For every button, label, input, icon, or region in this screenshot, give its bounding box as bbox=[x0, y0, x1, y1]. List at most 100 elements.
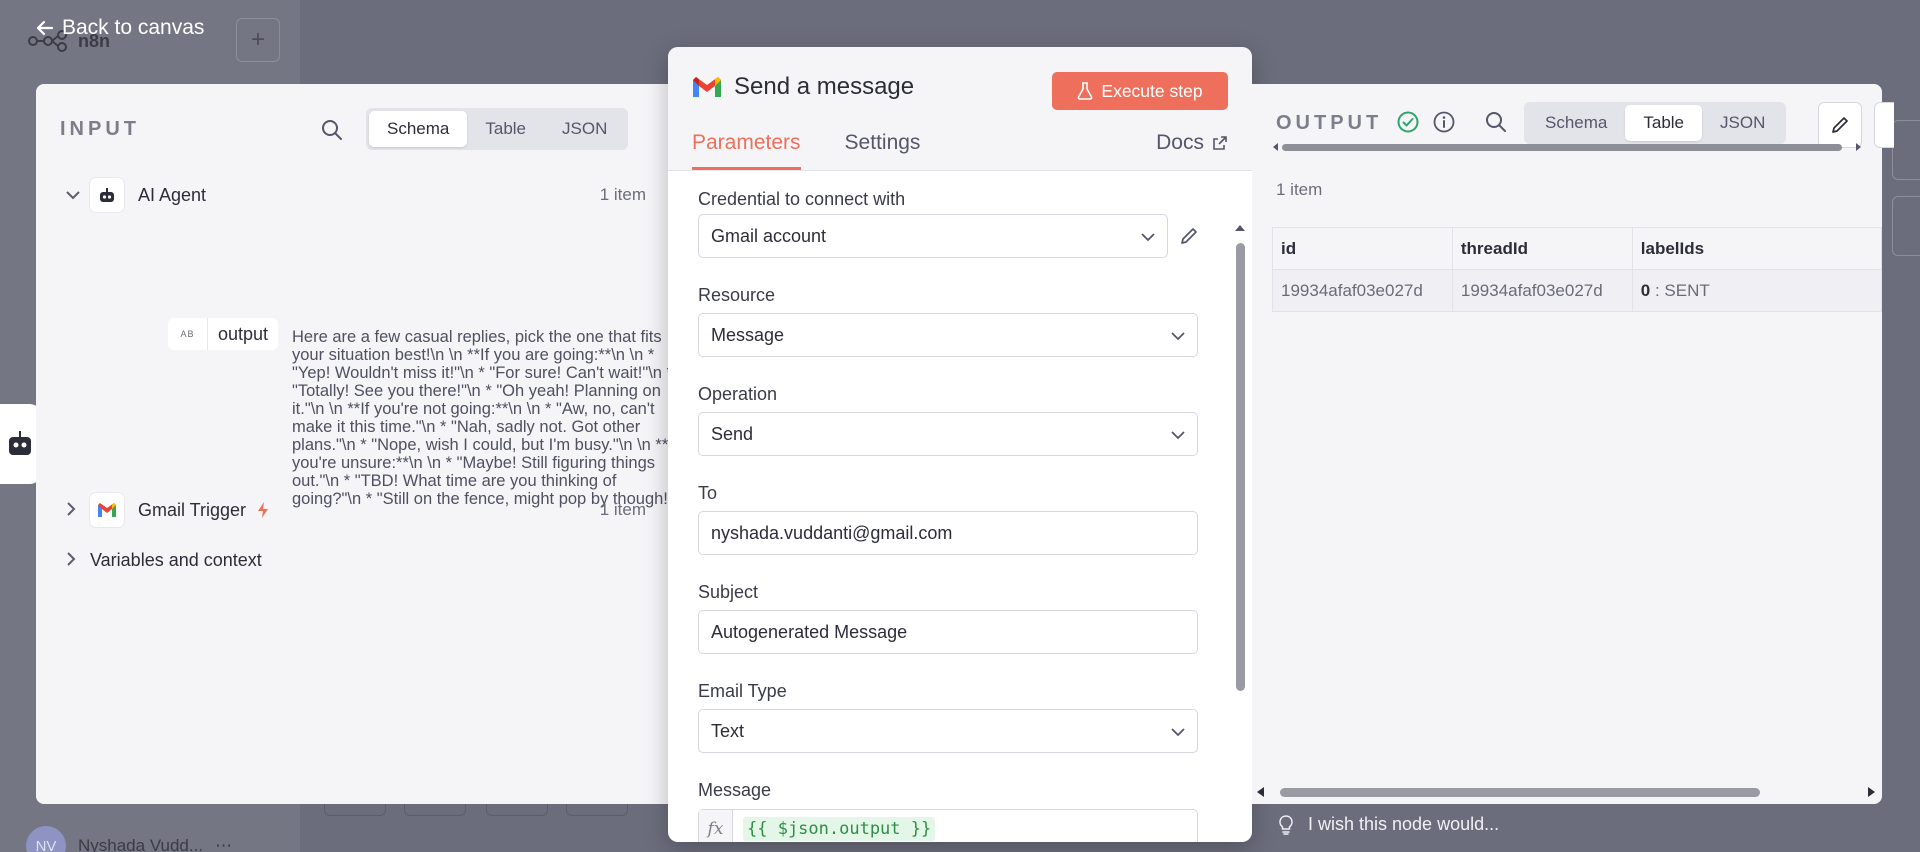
flask-icon bbox=[1078, 82, 1093, 100]
message-expression-input[interactable]: fx {{ $json.output }} bbox=[698, 809, 1198, 842]
subject-input[interactable]: Autogenerated Message bbox=[698, 610, 1198, 654]
header-scrollbar[interactable] bbox=[1272, 142, 1862, 152]
to-label: To bbox=[698, 483, 718, 503]
ai-assistant-tab[interactable] bbox=[0, 404, 40, 484]
node-tabs: Parameters Settings bbox=[692, 131, 920, 170]
docs-label: Docs bbox=[1156, 131, 1204, 154]
gmail-icon bbox=[693, 77, 721, 97]
item-count: 1 item bbox=[599, 500, 646, 519]
robot-icon bbox=[90, 178, 124, 212]
credential-value: Gmail account bbox=[711, 225, 827, 246]
lightning-bolt-icon bbox=[258, 502, 269, 518]
table-scrollbar-thumb[interactable] bbox=[1280, 788, 1760, 797]
node-title: Send a message bbox=[692, 73, 914, 101]
output-table: id threadId labelIds 19934afaf03e027d 19… bbox=[1272, 227, 1883, 312]
email-type-label: Email Type bbox=[698, 681, 787, 701]
user-menu-dots: ⋯ bbox=[215, 836, 233, 852]
execute-step-label: Execute step bbox=[1101, 80, 1203, 101]
operation-value: Send bbox=[711, 423, 754, 444]
table-scrollbar[interactable] bbox=[1256, 784, 1876, 800]
node-title-text: Send a message bbox=[734, 73, 915, 100]
parameters-scrollbar-thumb[interactable] bbox=[1236, 243, 1245, 691]
input-view-schema[interactable]: Schema bbox=[369, 111, 468, 147]
success-check-icon bbox=[1397, 111, 1419, 133]
scroll-right-arrow-icon bbox=[1856, 143, 1861, 151]
credential-select[interactable]: Gmail account bbox=[698, 214, 1168, 258]
schema-field-value: Here are a few casual replies, pick the … bbox=[292, 328, 678, 508]
chevron-down-icon[interactable] bbox=[66, 187, 90, 203]
chevron-down-icon bbox=[1171, 424, 1185, 445]
schema-field-name: output bbox=[218, 323, 269, 344]
tree-node-label: AI Agent bbox=[138, 184, 207, 205]
input-view-json[interactable]: JSON bbox=[544, 111, 625, 147]
email-type-value: Text bbox=[711, 720, 745, 741]
input-panel: INPUT Schema Table JSON AI Agent 1 item … bbox=[36, 84, 677, 804]
canvas-side-control-backdrop bbox=[1892, 120, 1920, 180]
to-input[interactable]: nyshada.vuddanti@gmail.com bbox=[698, 511, 1198, 555]
search-icon[interactable] bbox=[320, 118, 344, 142]
subject-value: Autogenerated Message bbox=[711, 621, 908, 642]
avatar: NV bbox=[26, 826, 66, 852]
edit-credential-pencil-icon[interactable] bbox=[1174, 221, 1204, 251]
user-menu-backdrop: NV Nyshada Vudd... ⋯ bbox=[26, 826, 232, 852]
operation-select[interactable]: Send bbox=[698, 412, 1198, 456]
tree-node-label: Variables and context bbox=[90, 550, 262, 570]
gmail-icon bbox=[90, 493, 124, 527]
tree-node-variables-and-context[interactable]: Variables and context bbox=[66, 550, 646, 571]
input-view-table[interactable]: Table bbox=[467, 111, 544, 147]
search-icon[interactable] bbox=[1484, 110, 1508, 134]
header-scrollbar-thumb[interactable] bbox=[1282, 144, 1842, 151]
scroll-right-arrow-icon bbox=[1868, 787, 1875, 797]
docs-link[interactable]: Docs bbox=[1156, 131, 1228, 155]
scroll-up-arrow-icon bbox=[1235, 225, 1245, 231]
scroll-left-arrow-icon bbox=[1273, 143, 1278, 151]
cell-labelids: 0 : SENT bbox=[1631, 269, 1883, 312]
email-type-select[interactable]: Text bbox=[698, 709, 1198, 753]
feedback-label: I wish this node would... bbox=[1308, 814, 1500, 834]
chevron-right-icon[interactable] bbox=[66, 501, 90, 519]
feedback-link[interactable]: I wish this node would... bbox=[1278, 814, 1499, 835]
chevron-down-icon bbox=[1171, 721, 1185, 742]
output-status bbox=[1396, 110, 1508, 134]
canvas-side-control-backdrop bbox=[1892, 196, 1920, 256]
back-to-canvas-link[interactable]: Back to canvas bbox=[36, 16, 204, 40]
to-value: nyshada.vuddanti@gmail.com bbox=[711, 522, 953, 543]
output-view-json[interactable]: JSON bbox=[1702, 105, 1783, 141]
tab-settings[interactable]: Settings bbox=[845, 131, 921, 170]
output-panel: OUTPUT Schema Table JSON 1 item id threa… bbox=[1252, 84, 1894, 804]
execute-step-button[interactable]: Execute step bbox=[1052, 72, 1228, 110]
item-count: 1 item bbox=[599, 185, 646, 204]
table-header-row: id threadId labelIds bbox=[1272, 227, 1883, 270]
schema-field-output[interactable]: AB output bbox=[168, 318, 279, 350]
output-view-toggle: Schema Table JSON bbox=[1524, 102, 1787, 144]
chevron-down-icon bbox=[1141, 226, 1155, 247]
node-header: Send a message Execute step Parameters S… bbox=[668, 47, 1252, 171]
tab-parameters[interactable]: Parameters bbox=[692, 131, 801, 170]
tree-node-ai-agent[interactable]: AI Agent 1 item bbox=[66, 178, 646, 212]
message-label: Message bbox=[698, 780, 772, 800]
robot-icon bbox=[9, 431, 31, 455]
array-index: 0 bbox=[1640, 280, 1651, 300]
column-header-labelids: labelIds bbox=[1631, 227, 1883, 270]
message-value: {{ $json.output }} bbox=[743, 817, 936, 841]
output-view-table[interactable]: Table bbox=[1625, 105, 1703, 141]
arrow-left-icon bbox=[36, 20, 54, 36]
resource-label: Resource bbox=[698, 285, 776, 305]
output-view-schema[interactable]: Schema bbox=[1527, 105, 1625, 141]
input-panel-title: INPUT bbox=[60, 118, 140, 140]
message-expression: {{ $json.output }} bbox=[733, 810, 936, 842]
more-output-button[interactable] bbox=[1874, 102, 1894, 148]
resource-select[interactable]: Message bbox=[698, 313, 1198, 357]
tree-node-gmail-trigger[interactable]: Gmail Trigger 1 item bbox=[66, 493, 646, 527]
cell-id: 19934afaf03e027d bbox=[1272, 269, 1453, 312]
info-icon[interactable] bbox=[1432, 110, 1456, 134]
chevron-down-icon bbox=[1171, 325, 1185, 346]
node-parameters-panel: Send a message Execute step Parameters S… bbox=[668, 47, 1252, 842]
cell-threadid: 19934afaf03e027d bbox=[1451, 269, 1633, 312]
resource-value: Message bbox=[711, 324, 785, 345]
array-value: : SENT bbox=[1654, 280, 1710, 300]
add-button-backdrop: + bbox=[236, 18, 280, 62]
subject-label: Subject bbox=[698, 582, 759, 602]
chevron-right-icon[interactable] bbox=[66, 552, 90, 569]
credential-label: Credential to connect with bbox=[698, 189, 906, 209]
